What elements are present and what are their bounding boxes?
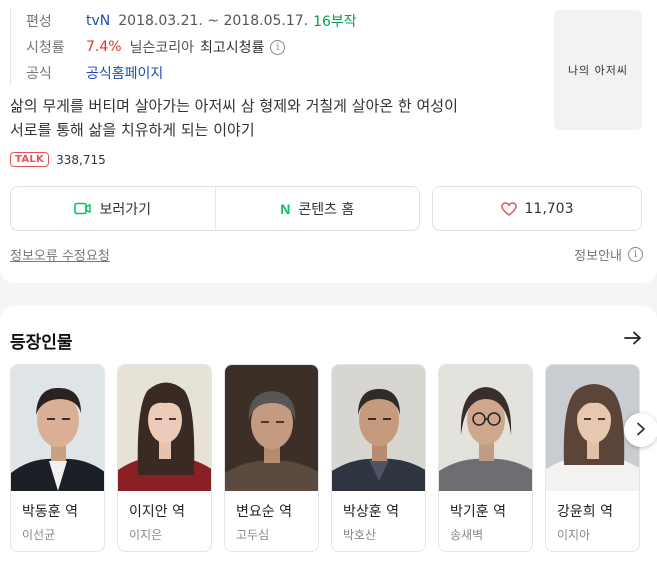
cast-card[interactable]: 박기훈 역 송새벽 — [438, 364, 533, 552]
talk-badge: TALK — [10, 152, 50, 167]
actor-photo — [118, 365, 211, 491]
actor-photo — [225, 365, 318, 491]
info-icon[interactable]: i — [270, 39, 286, 55]
talk-count: 338,715 — [56, 152, 106, 167]
rating-value: 7.4% — [86, 39, 122, 55]
content-home-button[interactable]: N 콘텐츠 홈 — [216, 187, 420, 230]
cast-card[interactable]: 변요순 역 고두심 — [224, 364, 319, 552]
cast-card[interactable]: 이지안 역 이지은 — [117, 364, 212, 552]
talk-row[interactable]: TALK 338,715 — [10, 152, 106, 167]
section-title: 등장인물 — [10, 333, 73, 353]
next-button[interactable] — [624, 413, 657, 447]
rating-type: 최고시청률 — [199, 40, 265, 56]
cast-role: 박기훈 역 — [450, 504, 506, 520]
rating-row: 시청률 7.4% 닐슨코리아 최고시청률 i — [26, 34, 357, 60]
actor-photo — [332, 365, 425, 491]
synopsis: 삶의 무게를 버티며 살아가는 아저씨 삼 형제와 거칠게 살아온 한 여성이 … — [10, 94, 540, 142]
info-guide-button[interactable]: 정보안내 i — [574, 245, 643, 264]
cast-role: 강윤희 역 — [557, 504, 613, 520]
official-homepage-link[interactable]: 공식홈페이지 — [86, 63, 163, 83]
rating-label: 시청률 — [26, 40, 65, 56]
official-row: 공식 공식홈페이지 — [26, 60, 357, 86]
cast-list: 박동훈 역 이선균 이지안 역 이지은 변요순 역 고두심 박상훈 역 박호산 … — [10, 364, 652, 552]
cast-card[interactable]: 강윤희 역 이지아 — [545, 364, 640, 552]
actor-photo — [11, 365, 104, 491]
broadcast-row: 편성 tvN 2018.03.21. ~ 2018.05.17. 16부작 — [26, 8, 357, 34]
arrow-right-icon[interactable] — [624, 330, 642, 349]
drama-poster[interactable]: 나의 아저씨 — [554, 10, 642, 130]
info-table: 편성 tvN 2018.03.21. ~ 2018.05.17. 16부작 시청… — [10, 8, 357, 86]
cast-role: 박동훈 역 — [22, 504, 78, 520]
cast-actor: 송새벽 — [450, 528, 484, 542]
channel-link[interactable]: tvN — [86, 13, 110, 29]
cast-role: 이지안 역 — [129, 504, 185, 520]
watch-button[interactable]: 보러가기 — [11, 187, 215, 230]
correction-request-link[interactable]: 정보오류 수정요청 — [10, 245, 110, 264]
heart-icon — [500, 201, 517, 216]
synopsis-line: 서로를 통해 삶을 치유하게 되는 이야기 — [10, 121, 255, 139]
broadcast-period: 2018.03.21. ~ 2018.05.17. — [118, 13, 309, 29]
episode-count: 16부작 — [313, 14, 357, 30]
synopsis-line: 삶의 무게를 버티며 살아가는 아저씨 삼 형제와 거칠게 살아온 한 여성이 — [10, 97, 458, 115]
like-count: 11,703 — [524, 200, 574, 217]
broadcast-label: 편성 — [26, 14, 52, 30]
cast-actor: 이선균 — [22, 528, 56, 542]
cast-role: 박상훈 역 — [343, 504, 399, 520]
cast-card[interactable]: 박동훈 역 이선균 — [10, 364, 105, 552]
info-icon: i — [628, 247, 643, 262]
info-guide-label: 정보안내 — [574, 249, 622, 264]
cast-actor: 이지은 — [129, 528, 163, 542]
cast-actor: 박호산 — [343, 528, 377, 542]
official-label: 공식 — [26, 66, 52, 82]
cast-actor: 고두심 — [236, 528, 270, 542]
cast-role: 변요순 역 — [236, 504, 292, 520]
chevron-right-icon — [636, 421, 646, 440]
content-home-label: 콘텐츠 홈 — [298, 201, 355, 218]
cast-card[interactable]: 박상훈 역 박호산 — [331, 364, 426, 552]
naver-n-icon: N — [280, 200, 291, 217]
cast-actor: 이지아 — [557, 528, 591, 542]
watch-label: 보러가기 — [99, 201, 152, 218]
rating-source: 닐슨코리아 — [129, 40, 194, 56]
poster-title: 나의 아저씨 — [567, 64, 629, 77]
action-bar: 보러가기 N 콘텐츠 홈 — [10, 186, 420, 231]
video-play-icon — [74, 202, 92, 215]
like-button[interactable]: 11,703 — [432, 186, 642, 231]
actor-photo — [439, 365, 532, 491]
